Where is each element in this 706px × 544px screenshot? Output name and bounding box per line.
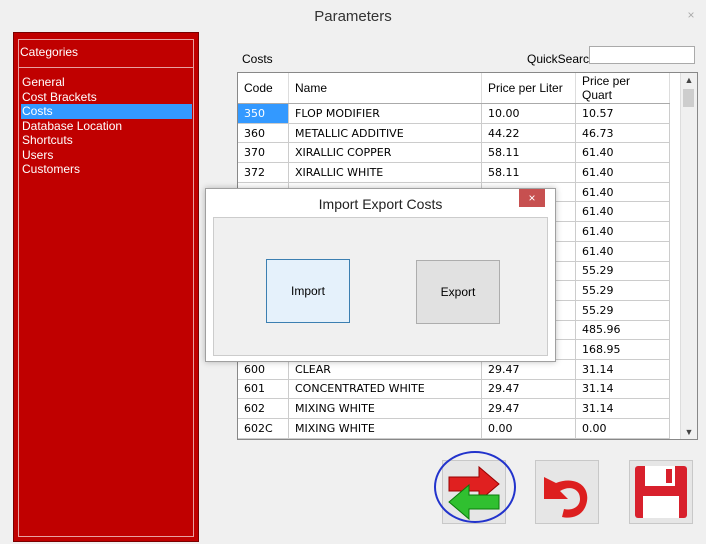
cell-price-per-quart[interactable]: 55.29 bbox=[575, 280, 670, 301]
cell-price-per-liter[interactable]: 10.00 bbox=[481, 103, 576, 124]
cell-price-per-quart[interactable]: 61.40 bbox=[575, 162, 670, 183]
dialog-close-button[interactable]: × bbox=[519, 189, 545, 207]
table-row[interactable]: 602C MIXING WHITE 0.00 0.00 bbox=[238, 418, 670, 439]
table-row[interactable]: 602 MIXING WHITE 29.47 31.14 bbox=[238, 398, 670, 419]
column-header-price-per-liter[interactable]: Price per Liter bbox=[481, 73, 576, 104]
column-header-name[interactable]: Name bbox=[288, 73, 482, 104]
cell-price-per-quart[interactable]: 46.73 bbox=[575, 123, 670, 144]
cell-price-per-quart[interactable]: 31.14 bbox=[575, 359, 670, 380]
quicksearch-input[interactable] bbox=[589, 46, 695, 64]
scroll-up-icon[interactable]: ▲ bbox=[681, 75, 697, 85]
window-title: Parameters bbox=[314, 8, 392, 25]
scroll-thumb[interactable] bbox=[683, 89, 694, 107]
column-header-code[interactable]: Code bbox=[238, 73, 289, 104]
table-row[interactable]: 372 XIRALLIC WHITE 58.11 61.40 bbox=[238, 162, 670, 183]
cell-price-per-quart[interactable]: 61.40 bbox=[575, 221, 670, 242]
cell-price-per-quart[interactable]: 61.40 bbox=[575, 241, 670, 262]
cell-price-per-quart[interactable]: 55.29 bbox=[575, 300, 670, 321]
cell-code[interactable]: 602 bbox=[238, 398, 289, 419]
cell-code[interactable]: 372 bbox=[238, 162, 289, 183]
save-button[interactable] bbox=[629, 460, 693, 524]
import-export-dialog: Import Export Costs × Import Export bbox=[205, 188, 556, 362]
category-list: General Cost Brackets Costs Database Loc… bbox=[21, 75, 192, 177]
cell-name[interactable]: CONCENTRATED WHITE bbox=[288, 379, 482, 400]
cell-name[interactable]: MIXING WHITE bbox=[288, 418, 482, 439]
cell-price-per-liter[interactable]: 58.11 bbox=[481, 162, 576, 183]
table-scrollbar[interactable]: ▲ ▼ bbox=[680, 73, 697, 439]
undo-arrow-icon bbox=[544, 477, 588, 518]
cell-price-per-quart[interactable]: 61.40 bbox=[575, 201, 670, 223]
column-header-price-per-quart[interactable]: Price per Quart bbox=[575, 73, 670, 104]
cell-price-per-liter[interactable]: 58.11 bbox=[481, 142, 576, 164]
undo-button[interactable] bbox=[535, 460, 599, 524]
cell-price-per-liter[interactable]: 29.47 bbox=[481, 398, 576, 419]
cell-name[interactable]: XIRALLIC COPPER bbox=[288, 142, 482, 164]
cell-price-per-quart[interactable]: 168.95 bbox=[575, 339, 670, 360]
cell-price-per-liter[interactable]: 0.00 bbox=[481, 418, 576, 439]
cell-name[interactable]: MIXING WHITE bbox=[288, 398, 482, 419]
cell-name[interactable]: FLOP MODIFIER bbox=[288, 103, 482, 124]
table-row[interactable]: 350 FLOP MODIFIER 10.00 10.57 bbox=[238, 103, 670, 124]
import-button[interactable]: Import bbox=[266, 259, 350, 323]
cell-price-per-quart[interactable]: 61.40 bbox=[575, 142, 670, 164]
categories-divider bbox=[18, 67, 194, 68]
cell-code[interactable]: 601 bbox=[238, 379, 289, 400]
categories-header: Categories bbox=[20, 45, 79, 59]
cell-name[interactable]: METALLIC ADDITIVE bbox=[288, 123, 482, 144]
category-item-shortcuts[interactable]: Shortcuts bbox=[21, 133, 192, 148]
scroll-down-icon[interactable]: ▼ bbox=[681, 427, 697, 437]
category-item-costs[interactable]: Costs bbox=[21, 104, 192, 119]
category-item-cost-brackets[interactable]: Cost Brackets bbox=[21, 90, 192, 105]
cell-code[interactable]: 360 bbox=[238, 123, 289, 144]
cell-price-per-quart[interactable]: 31.14 bbox=[575, 379, 670, 400]
annotation-circle bbox=[434, 451, 516, 523]
quicksearch-label: QuickSearch bbox=[527, 52, 596, 66]
cell-price-per-quart[interactable]: 55.29 bbox=[575, 261, 670, 282]
cell-price-per-quart[interactable]: 31.14 bbox=[575, 398, 670, 419]
dialog-title: Import Export Costs bbox=[318, 196, 443, 212]
floppy-disk-icon bbox=[635, 466, 687, 518]
category-item-users[interactable]: Users bbox=[21, 148, 192, 163]
cell-code[interactable]: 602C bbox=[238, 418, 289, 439]
cell-price-per-liter[interactable]: 29.47 bbox=[481, 379, 576, 400]
cell-price-per-liter[interactable]: 29.47 bbox=[481, 359, 576, 380]
dialog-body: Import Export bbox=[213, 217, 548, 356]
cell-price-per-quart[interactable]: 485.96 bbox=[575, 320, 670, 341]
table-row[interactable]: 370 XIRALLIC COPPER 58.11 61.40 bbox=[238, 142, 670, 164]
cell-code[interactable]: 350 bbox=[238, 103, 289, 124]
category-item-customers[interactable]: Customers bbox=[21, 162, 192, 177]
cell-code[interactable]: 600 bbox=[238, 359, 289, 380]
cell-code[interactable]: 370 bbox=[238, 142, 289, 164]
cell-price-per-quart[interactable]: 61.40 bbox=[575, 182, 670, 203]
export-button[interactable]: Export bbox=[416, 260, 500, 324]
cell-price-per-liter[interactable]: 44.22 bbox=[481, 123, 576, 144]
title-bar: Parameters × bbox=[0, 0, 706, 32]
categories-panel: Categories General Cost Brackets Costs D… bbox=[13, 32, 199, 542]
table-header-row: Code Name Price per Liter Price per Quar… bbox=[238, 73, 670, 104]
cell-price-per-quart[interactable]: 0.00 bbox=[575, 418, 670, 439]
window-close-button[interactable]: × bbox=[682, 6, 700, 24]
cell-name[interactable]: CLEAR bbox=[288, 359, 482, 380]
cell-name[interactable]: XIRALLIC WHITE bbox=[288, 162, 482, 183]
table-row[interactable]: 600 CLEAR 29.47 31.14 bbox=[238, 359, 670, 380]
table-row[interactable]: 601 CONCENTRATED WHITE 29.47 31.14 bbox=[238, 379, 670, 400]
category-item-general[interactable]: General bbox=[21, 75, 192, 90]
table-row[interactable]: 360 METALLIC ADDITIVE 44.22 46.73 bbox=[238, 123, 670, 144]
cell-price-per-quart[interactable]: 10.57 bbox=[575, 103, 670, 124]
costs-label: Costs bbox=[242, 52, 273, 66]
category-item-database-location[interactable]: Database Location bbox=[21, 119, 192, 134]
